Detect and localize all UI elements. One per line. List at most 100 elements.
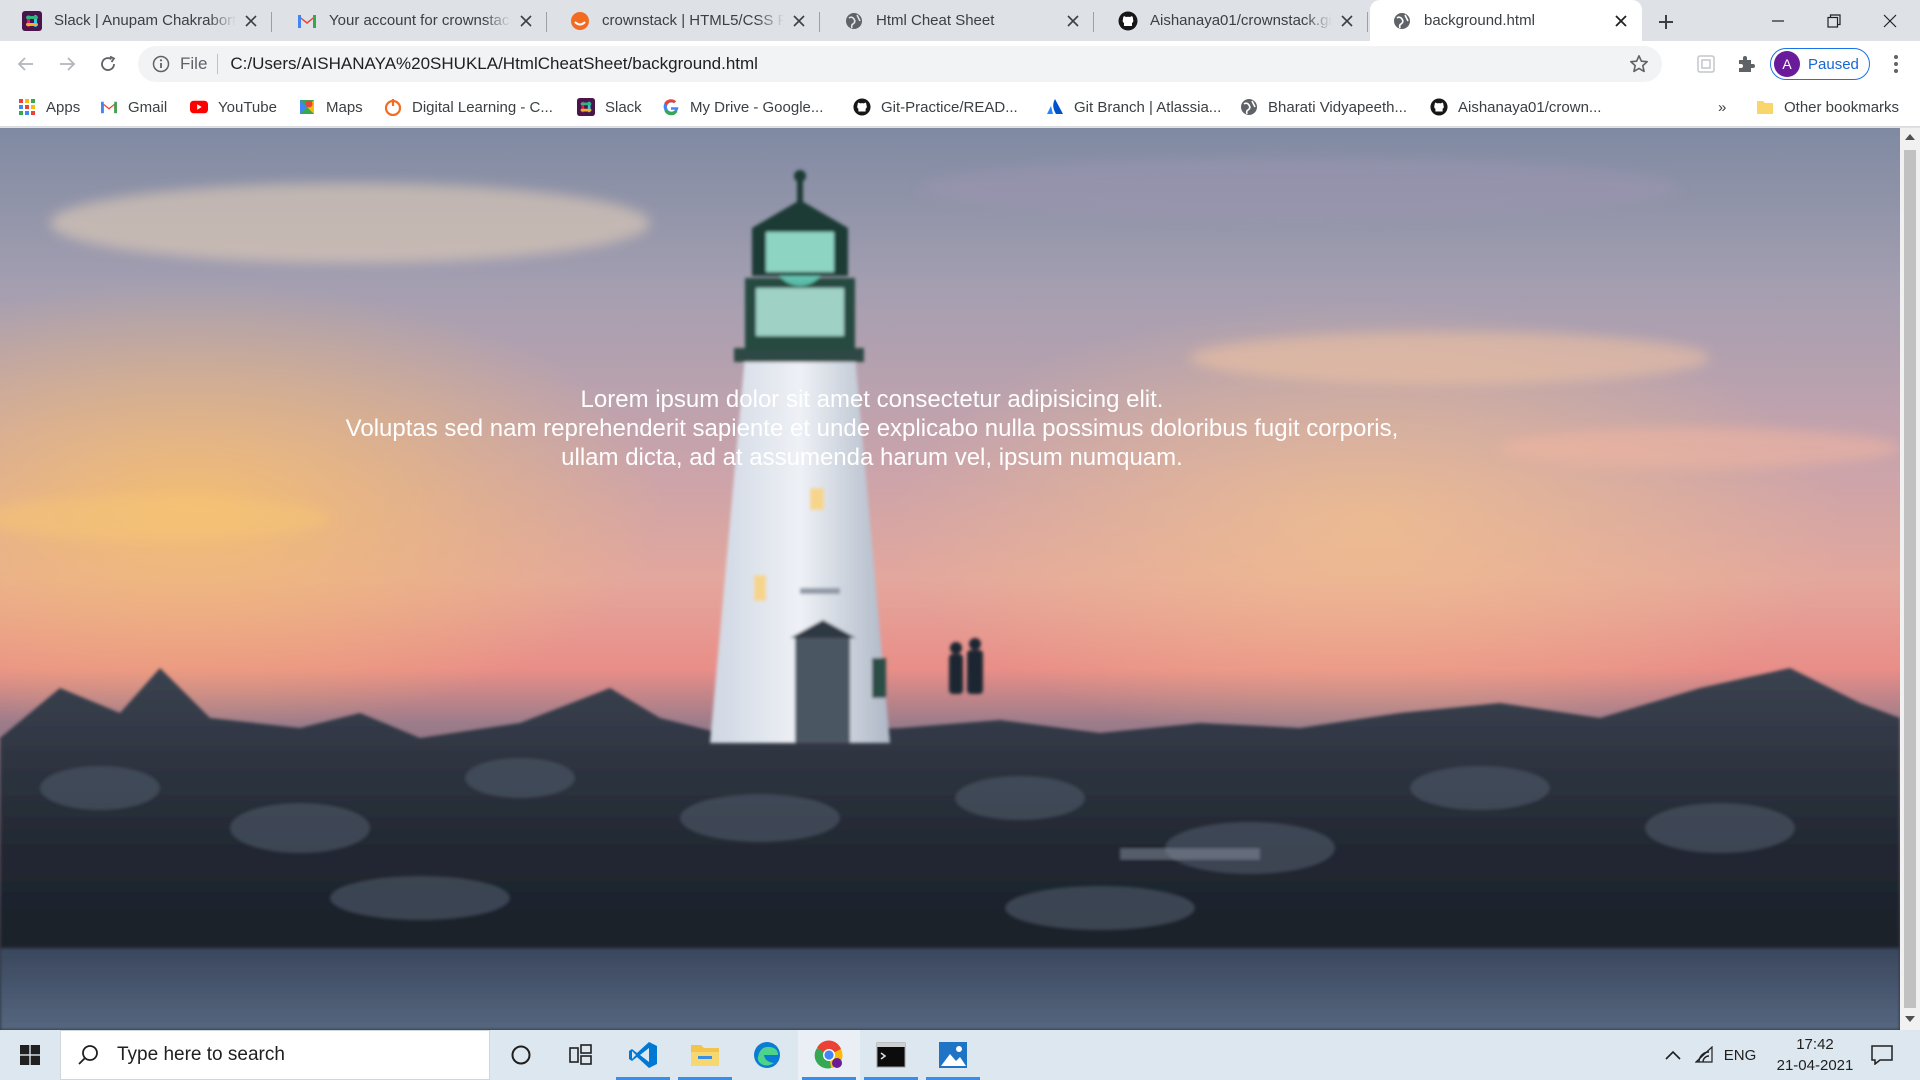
plus-icon xyxy=(1659,15,1673,29)
back-button[interactable] xyxy=(10,48,42,80)
extensions-menu-button[interactable] xyxy=(1730,48,1762,80)
bookmark-label: Digital Learning - C... xyxy=(412,98,553,116)
tab-crownstack[interactable]: crownstack | HTML5/CSS For xyxy=(548,0,820,41)
close-tab-icon[interactable] xyxy=(1612,12,1630,30)
reload-button[interactable] xyxy=(92,48,124,80)
bookmark-youtube[interactable]: YouTube xyxy=(190,87,277,127)
bookmark-gmail[interactable]: Gmail xyxy=(100,87,167,127)
bookmark-apps[interactable]: Apps xyxy=(18,87,80,127)
bookmark-git-branch[interactable]: Git Branch | Atlassia... xyxy=(1046,87,1221,127)
scroll-up-arrow-icon[interactable] xyxy=(1904,132,1916,142)
other-bookmarks-folder[interactable]: Other bookmarks xyxy=(1756,87,1899,127)
bookmark-slack[interactable]: Slack xyxy=(577,87,642,127)
restore-icon xyxy=(1827,13,1841,28)
tab-title: Slack | Anupam Chakraborty xyxy=(54,12,236,29)
bookmark-maps[interactable]: Maps xyxy=(298,87,363,127)
globe-icon xyxy=(844,11,864,31)
new-tab-button[interactable] xyxy=(1652,8,1680,36)
vscode-taskbar-button[interactable] xyxy=(612,1030,674,1080)
network-button[interactable] xyxy=(1690,1030,1720,1080)
atlassian-icon xyxy=(1046,98,1064,116)
file-explorer-taskbar-button[interactable] xyxy=(674,1030,736,1080)
bookmark-git-practice[interactable]: Git-Practice/READ... xyxy=(853,87,1018,127)
globe-icon xyxy=(1240,98,1258,116)
photos-taskbar-button[interactable] xyxy=(922,1030,984,1080)
taskbar-clock[interactable]: 17:42 21-04-2021 xyxy=(1760,1030,1870,1080)
bookmark-bharati-vidyapeeth[interactable]: Bharati Vidyapeeth... xyxy=(1240,87,1407,127)
bookmark-label: My Drive - Google... xyxy=(690,98,824,116)
wifi-icon xyxy=(1695,1046,1713,1063)
crownstack-icon xyxy=(570,11,590,31)
tab-strip: Slack | Anupam Chakraborty Your account … xyxy=(0,0,1920,41)
profile-button[interactable]: A Paused xyxy=(1770,48,1870,80)
avatar: A xyxy=(1774,51,1800,77)
bookmark-star-icon[interactable] xyxy=(1628,53,1650,75)
show-hidden-icons-button[interactable] xyxy=(1658,1030,1688,1080)
close-window-button[interactable] xyxy=(1862,0,1918,41)
bookmark-aishanaya-crownstack[interactable]: Aishanaya01/crown... xyxy=(1430,87,1601,127)
vertical-scrollbar[interactable] xyxy=(1900,128,1920,1030)
forward-button[interactable] xyxy=(51,48,83,80)
arrow-right-icon xyxy=(60,57,76,71)
close-tab-icon[interactable] xyxy=(790,12,808,30)
cortana-icon xyxy=(511,1045,531,1065)
close-tab-icon[interactable] xyxy=(517,12,535,30)
bookmark-label: Apps xyxy=(46,98,81,116)
github-icon xyxy=(1430,98,1448,116)
text-line: Voluptas sed nam reprehenderit sapiente … xyxy=(345,415,1399,442)
tab-background-html[interactable]: background.html xyxy=(1370,0,1642,41)
text-line: ullam dicta, ad at assumenda harum vel, … xyxy=(561,444,1183,471)
close-tab-icon[interactable] xyxy=(242,12,260,30)
file-explorer-icon xyxy=(691,1045,719,1066)
page-viewport: Lorem ipsum dolor sit amet consectetur a… xyxy=(0,128,1900,1030)
tab-title: background.html xyxy=(1424,12,1535,29)
youtube-icon xyxy=(190,98,208,116)
extension-button[interactable] xyxy=(1690,48,1722,80)
notification-icon xyxy=(1871,1045,1893,1065)
terminal-taskbar-button[interactable] xyxy=(860,1030,922,1080)
scrollbar-thumb[interactable] xyxy=(1904,150,1916,1008)
close-tab-icon[interactable] xyxy=(1338,12,1356,30)
tab-gmail[interactable]: Your account for crownstack xyxy=(275,0,547,41)
search-placeholder: Type here to search xyxy=(117,1044,285,1065)
scroll-down-arrow-icon[interactable] xyxy=(1904,1014,1916,1024)
start-button[interactable] xyxy=(0,1030,60,1080)
tab-slack[interactable]: Slack | Anupam Chakraborty xyxy=(0,0,272,41)
address-divider xyxy=(217,54,219,74)
bookmark-label: Other bookmarks xyxy=(1784,98,1900,116)
tab-html-cheat-sheet[interactable]: Html Cheat Sheet xyxy=(822,0,1094,41)
info-icon[interactable] xyxy=(152,55,170,73)
folder-icon xyxy=(1756,98,1774,116)
task-view-button[interactable] xyxy=(550,1030,612,1080)
action-center-button[interactable] xyxy=(1862,1030,1902,1080)
lorem-text-block: Lorem ipsum dolor sit amet consectetur a… xyxy=(0,385,1744,472)
minimize-button[interactable] xyxy=(1750,0,1806,41)
windows-taskbar: Type here to search ENG 17:42 21-04-2021 xyxy=(0,1030,1920,1080)
terminal-icon xyxy=(876,1042,906,1068)
arrow-left-icon xyxy=(17,57,33,71)
bookmark-my-drive[interactable]: My Drive - Google... xyxy=(662,87,823,127)
close-tab-icon[interactable] xyxy=(1064,12,1082,30)
chevron-up-icon xyxy=(1665,1050,1681,1060)
bookmark-digital-learning[interactable]: Digital Learning - C... xyxy=(384,87,553,127)
profile-status: Paused xyxy=(1808,55,1859,73)
digital-learning-icon xyxy=(384,98,402,116)
restore-button[interactable] xyxy=(1806,0,1862,41)
tab-title: Aishanaya01/crownstack.gith xyxy=(1150,12,1332,29)
address-bar[interactable]: File C:/Users/AISHANAYA%20SHUKLA/HtmlChe… xyxy=(138,46,1662,82)
clock-date: 21-04-2021 xyxy=(1776,1057,1854,1074)
bookmarks-overflow-button[interactable]: » xyxy=(1718,87,1726,127)
tab-github-crownstack[interactable]: Aishanaya01/crownstack.gith xyxy=(1096,0,1368,41)
photos-icon xyxy=(939,1042,967,1068)
bookmark-label: Slack xyxy=(605,98,642,116)
puzzle-icon xyxy=(1739,56,1755,72)
chrome-taskbar-button[interactable] xyxy=(798,1030,860,1080)
bookmark-label: YouTube xyxy=(218,98,277,116)
language-indicator[interactable]: ENG xyxy=(1722,1030,1758,1080)
url-text[interactable]: C:/Users/AISHANAYA%20SHUKLA/HtmlCheatShe… xyxy=(230,54,758,74)
bookmark-label: Maps xyxy=(326,98,363,116)
cortana-button[interactable] xyxy=(490,1030,552,1080)
edge-taskbar-button[interactable] xyxy=(736,1030,798,1080)
chrome-menu-button[interactable] xyxy=(1880,48,1912,80)
taskbar-search-input[interactable]: Type here to search xyxy=(60,1030,490,1080)
